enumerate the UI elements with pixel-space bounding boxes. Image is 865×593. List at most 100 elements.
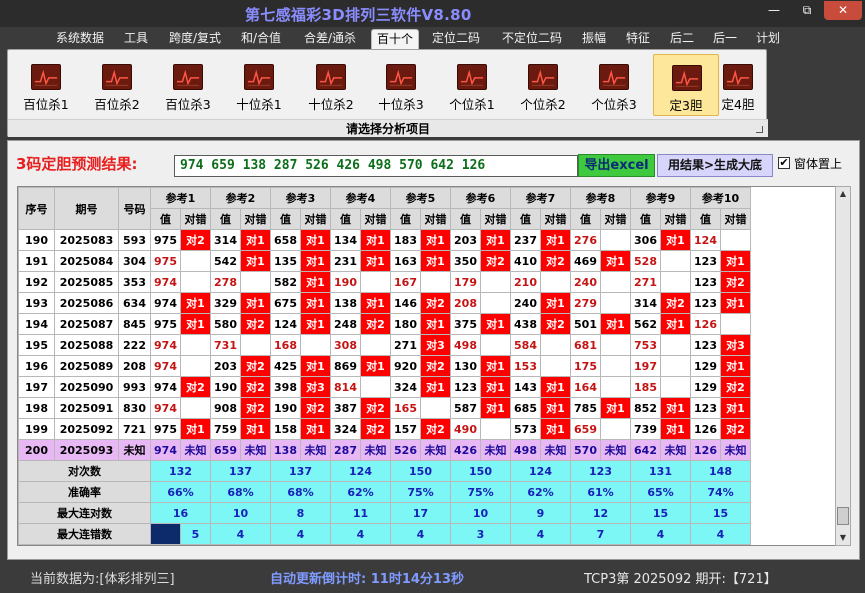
table-row[interactable]: 191 2025084 304 975 542 对1 135 对1 231 对1 163 对1 350 对… (18, 250, 751, 272)
row-draw-code: 830 (118, 397, 151, 419)
stats-label: 最大连对数 (18, 502, 151, 524)
ref-hit-cell (540, 271, 571, 293)
ref-hit-cell (660, 334, 691, 356)
results-table: 序号 期号 号码 参考1 参考2 参考3 参考4 参考5 参考6 参考7 参考8 参考9 参考10 值对错… (18, 187, 751, 545)
row-draw-code: 353 (118, 271, 151, 293)
ref-group-header: 参考8 (570, 187, 631, 209)
ref-value-cell: 190 (210, 376, 241, 398)
ref-hit-cell: 对1 (660, 229, 691, 251)
ref-hit-cell: 对1 (300, 250, 331, 272)
ref-hit-cell (180, 271, 211, 293)
ref-hit-cell: 对1 (360, 292, 391, 314)
ribbon-button-7[interactable]: 个位杀2 (510, 54, 576, 116)
menu-item-5[interactable]: 百十个 (371, 29, 419, 49)
ref-value-cell: 130 (450, 355, 481, 377)
ref-hit-cell: 对1 (540, 292, 571, 314)
stats-value: 62% (330, 481, 391, 503)
scroll-up-icon[interactable]: ▲ (836, 187, 850, 201)
ribbon-button-10[interactable]: 定4胆 (710, 54, 766, 116)
prediction-result-field[interactable]: 974 659 138 287 526 426 498 570 642 126 (174, 155, 578, 177)
ref-hit-cell: 对2 (480, 250, 511, 272)
stats-value: 137 (270, 460, 331, 482)
ref-group-header: 参考9 (630, 187, 691, 209)
table-row[interactable]: 190 2025083 593 975 对2 314 对1 658 对1 134 对1 183 对1 20… (18, 229, 751, 251)
chart-icon (244, 64, 274, 90)
menu-item-10[interactable]: 后二 (664, 29, 700, 49)
menu-item-9[interactable]: 特征 (620, 29, 656, 49)
table-row[interactable]: 200 2025093 未知 974 未知 659 未知 138 未知 287 未知 526 未知 426… (18, 439, 751, 461)
ref-hit-cell: 对2 (180, 229, 211, 251)
ribbon-button-label: 个位杀1 (449, 97, 495, 112)
ref-value-cell: 526 (390, 439, 421, 461)
ref-value-cell: 498 (450, 334, 481, 356)
minimize-button[interactable]: — (760, 1, 788, 20)
menu-item-8[interactable]: 振幅 (576, 29, 612, 49)
menu-item-7[interactable]: 不定位二码 (494, 29, 570, 49)
table-row[interactable]: 193 2025086 634 974 对1 329 对1 675 对1 138 对1 146 对2 20… (18, 292, 751, 314)
ref-value-cell: 974 (150, 334, 181, 356)
ref-value-cell: 324 (390, 376, 421, 398)
ribbon-button-6[interactable]: 个位杀1 (439, 54, 505, 116)
table-row[interactable]: 198 2025091 830 974 908 对2 190 对2 387 对2 165 587 对1 6… (18, 397, 751, 419)
ribbon-button-3[interactable]: 十位杀1 (226, 54, 292, 116)
ref-value-cell: 210 (510, 271, 541, 293)
ribbon-caption: 请选择分析项目 (8, 119, 768, 137)
ref-hit-cell: 未知 (420, 439, 451, 461)
ribbon-button-4[interactable]: 十位杀2 (298, 54, 364, 116)
scrollbar-thumb[interactable] (837, 507, 849, 525)
generate-base-button[interactable]: 用结果>生成大底 (657, 154, 773, 177)
ribbon-button-0[interactable]: 百位杀1 (13, 54, 79, 116)
ribbon-expand-icon[interactable] (756, 126, 763, 133)
ref-hit-cell: 对1 (480, 229, 511, 251)
chart-icon (723, 64, 753, 90)
ref-hit-cell: 对1 (240, 418, 271, 440)
menu-item-2[interactable]: 跨度/复式 (161, 29, 229, 49)
menu-item-1[interactable]: 工具 (119, 29, 153, 49)
col-header-seq: 序号 (18, 187, 55, 230)
ref-hit-cell: 对1 (300, 418, 331, 440)
stats-value: 15 (690, 502, 751, 524)
ref-value-cell: 124 (690, 229, 721, 251)
ribbon-button-2[interactable]: 百位杀3 (155, 54, 221, 116)
table-row[interactable]: 199 2025092 721 975 对1 759 对1 158 对1 324 对2 157 对2 49… (18, 418, 751, 440)
scroll-down-icon[interactable]: ▼ (836, 531, 850, 545)
stats-value: 4 (390, 523, 451, 545)
ref-value-cell: 974 (150, 355, 181, 377)
stay-on-top-checkbox[interactable]: ✔ (778, 157, 790, 169)
ribbon-button-5[interactable]: 十位杀3 (368, 54, 434, 116)
export-excel-button[interactable]: 导出excel (578, 154, 655, 177)
vertical-scrollbar[interactable]: ▲ ▼ (835, 186, 851, 546)
ref-hit-cell: 对1 (720, 250, 751, 272)
menu-item-11[interactable]: 后一 (707, 29, 743, 49)
ref-value-cell: 180 (390, 313, 421, 335)
table-row[interactable]: 195 2025088 222 974 731 168 308 271 对3 498 584 681 7… (18, 334, 751, 356)
ribbon-button-label: 个位杀2 (520, 97, 566, 112)
restore-button[interactable]: ⧉ (793, 1, 821, 20)
row-period: 2025093 (54, 439, 119, 461)
menu-item-12[interactable]: 计划 (752, 29, 784, 49)
ribbon-button-1[interactable]: 百位杀2 (84, 54, 150, 116)
ref-value-cell: 287 (330, 439, 361, 461)
ref-value-cell: 659 (210, 439, 241, 461)
menu-item-6[interactable]: 定位二码 (426, 29, 486, 49)
menu-item-0[interactable]: 系统数据 (48, 29, 112, 49)
ref-value-cell: 168 (270, 334, 301, 356)
ref-hit-cell (480, 292, 511, 314)
ref-value-cell: 278 (210, 271, 241, 293)
ref-group-header: 参考6 (450, 187, 511, 209)
ref-hit-cell: 对1 (480, 397, 511, 419)
ref-hit-cell (660, 271, 691, 293)
close-button[interactable]: ✕ (824, 1, 862, 20)
table-row[interactable]: 197 2025090 993 974 对2 190 对2 398 对3 814 324 对1 123 对… (18, 376, 751, 398)
ref-hit-cell: 对2 (720, 376, 751, 398)
menu-item-4[interactable]: 合差/通杀 (296, 29, 364, 49)
hit-header: 对错 (660, 208, 691, 230)
table-row[interactable]: 196 2025089 208 974 203 对2 425 对1 869 对1 920 对2 130 对… (18, 355, 751, 377)
table-row[interactable]: 192 2025085 353 974 278 582 对1 190 167 179 210 240 2… (18, 271, 751, 293)
stats-value: 15 (630, 502, 691, 524)
ribbon-button-8[interactable]: 个位杀3 (581, 54, 647, 116)
ref-hit-cell (600, 418, 631, 440)
menu-item-3[interactable]: 和/合值 (235, 29, 287, 49)
ref-hit-cell: 对2 (360, 418, 391, 440)
table-row[interactable]: 194 2025087 845 975 对1 580 对2 124 对1 248 对2 180 对1 37… (18, 313, 751, 335)
